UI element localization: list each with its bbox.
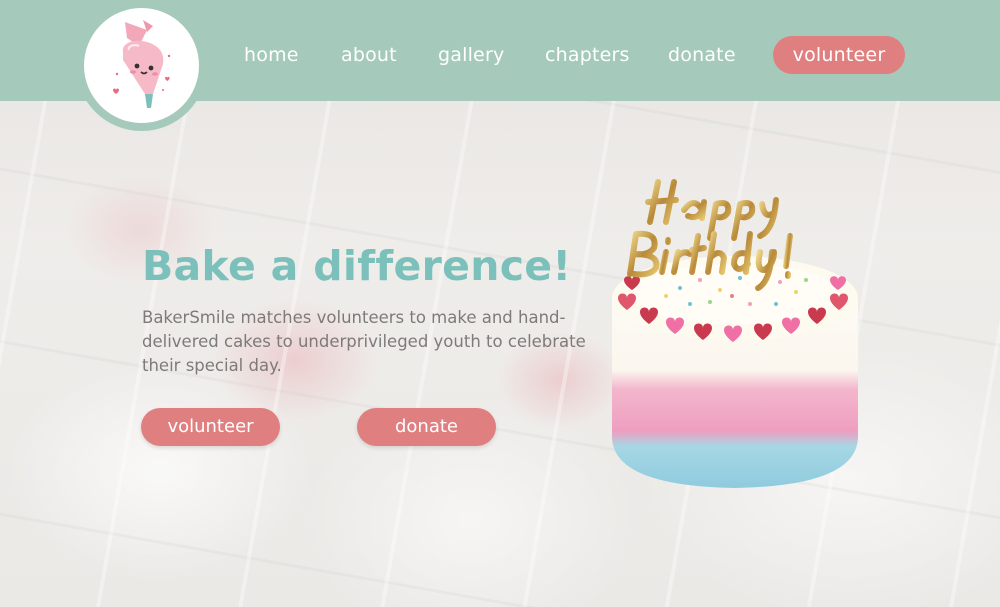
nav-donate[interactable]: donate — [668, 36, 736, 74]
nav-volunteer-button[interactable]: volunteer — [773, 36, 905, 74]
birthday-cake-image — [612, 179, 858, 488]
site-logo[interactable] — [76, 0, 207, 131]
hero-volunteer-button[interactable]: volunteer — [141, 408, 280, 446]
logo-badge — [80, 4, 203, 127]
nav-home[interactable]: home — [244, 36, 299, 74]
nav-chapters[interactable]: chapters — [545, 36, 630, 74]
nav-gallery[interactable]: gallery — [438, 36, 504, 74]
hero-donate-button[interactable]: donate — [357, 408, 496, 446]
hero-description: BakerSmile matches volunteers to make an… — [142, 308, 586, 375]
hero-title: Bake a difference! — [142, 242, 572, 290]
nav-about[interactable]: about — [341, 36, 397, 74]
piping-bag-mascot-icon — [112, 19, 170, 108]
